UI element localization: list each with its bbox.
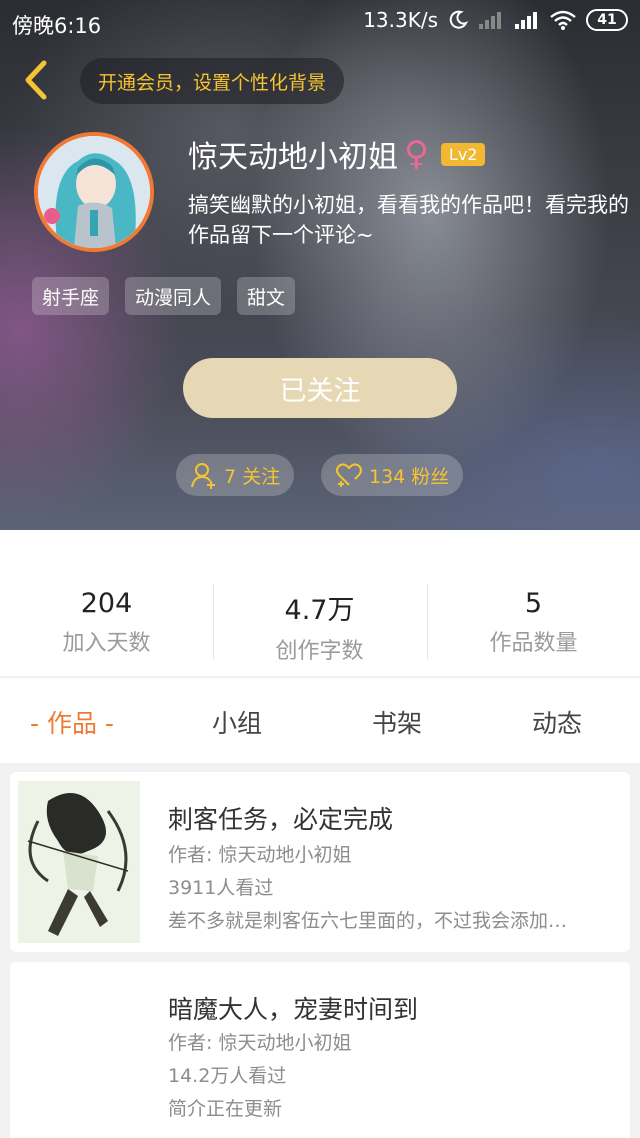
vip-background-prompt[interactable]: 开通会员，设置个性化背景 [80,58,345,104]
work-summary: 简介正在更新 [168,1098,283,1120]
gender-female-icon: ♀ [404,134,429,174]
work-cover [18,781,140,943]
stat-works-count: 5 作品数量 [427,530,640,676]
chevron-left-icon [25,60,47,100]
profile-bio: 搞笑幽默的小初姐，看看我的作品吧！看完我的作品留下一个评论~ [188,193,629,247]
add-user-icon [191,463,215,489]
stat-join-days: 204 加入天数 [0,530,213,676]
tab-groups[interactable]: 小组 [212,704,262,740]
tab-works[interactable]: - 作品 - [30,704,114,740]
following-button[interactable]: 7 关注 [176,454,295,496]
status-icons: 13.3K/s 41 [363,8,628,32]
stat-label: 加入天数 [62,631,151,656]
follow-button[interactable]: 已关注 [183,358,457,418]
signal-empty-icon [479,12,501,29]
moon-icon [449,10,468,29]
profile-name: 惊天动地小初姐 [188,140,398,175]
work-card[interactable]: 刺客任务，必定完成 作者: 惊天动地小初姐 3911人看过 差不多就是刺客伍六七… [10,772,630,952]
tag-item[interactable]: 射手座 [32,277,110,315]
work-views: 14.2万人看过 [168,1065,287,1087]
heart-plus-icon [336,463,362,487]
work-title: 暗魔大人，宠妻时间到 [168,995,419,1024]
work-author: 作者: 惊天动地小初姐 [168,844,352,866]
stats-bar: 204 加入天数 4.7万 创作字数 5 作品数量 [0,530,640,676]
tab-bar: - 作品 - 小组 书架 动态 [0,677,640,763]
stat-value: 204 [80,588,133,619]
profile-header: 傍晚6:16 13.3K/s 41 开通会员，设置个性化背景 惊天动地小初姐 ♀… [0,0,640,530]
fans-count: 134 粉丝 [369,465,450,488]
signal-icon [515,12,537,29]
fans-button[interactable]: 134 粉丝 [321,454,464,496]
tab-bookshelf[interactable]: 书架 [372,704,422,740]
stat-label: 创作字数 [275,639,364,664]
tab-activity[interactable]: 动态 [532,704,582,740]
stat-word-count: 4.7万 创作字数 [213,530,426,676]
work-card[interactable]: 暗魔大人，宠妻时间到 作者: 惊天动地小初姐 14.2万人看过 简介正在更新 [10,962,630,1138]
following-count: 7 关注 [224,465,281,488]
back-button[interactable] [18,60,54,100]
avatar-image [38,136,150,248]
work-summary: 差不多就是刺客伍六七里面的，不过我会添加… [168,910,568,932]
network-speed: 13.3K/s [363,8,438,32]
status-bar: 傍晚6:16 13.3K/s 41 [0,0,640,44]
work-title: 刺客任务，必定完成 [168,805,394,834]
work-views: 3911人看过 [168,877,274,899]
avatar[interactable] [34,132,154,252]
stat-value: 5 [524,588,543,619]
level-badge: Lv2 [440,142,486,166]
tag-item[interactable]: 动漫同人 [125,277,222,315]
profile-tags: 射手座 动漫同人 甜文 [32,277,296,315]
profile-name-row: 惊天动地小初姐 ♀ Lv2 [188,132,486,176]
work-author: 作者: 惊天动地小初姐 [168,1032,352,1054]
battery-icon: 41 [586,9,628,31]
stat-label: 作品数量 [489,631,578,656]
tag-item[interactable]: 甜文 [237,277,296,315]
status-time: 傍晚6:16 [12,14,102,38]
stat-value: 4.7万 [284,595,355,626]
wifi-icon [550,10,576,30]
cover-image [18,781,140,943]
